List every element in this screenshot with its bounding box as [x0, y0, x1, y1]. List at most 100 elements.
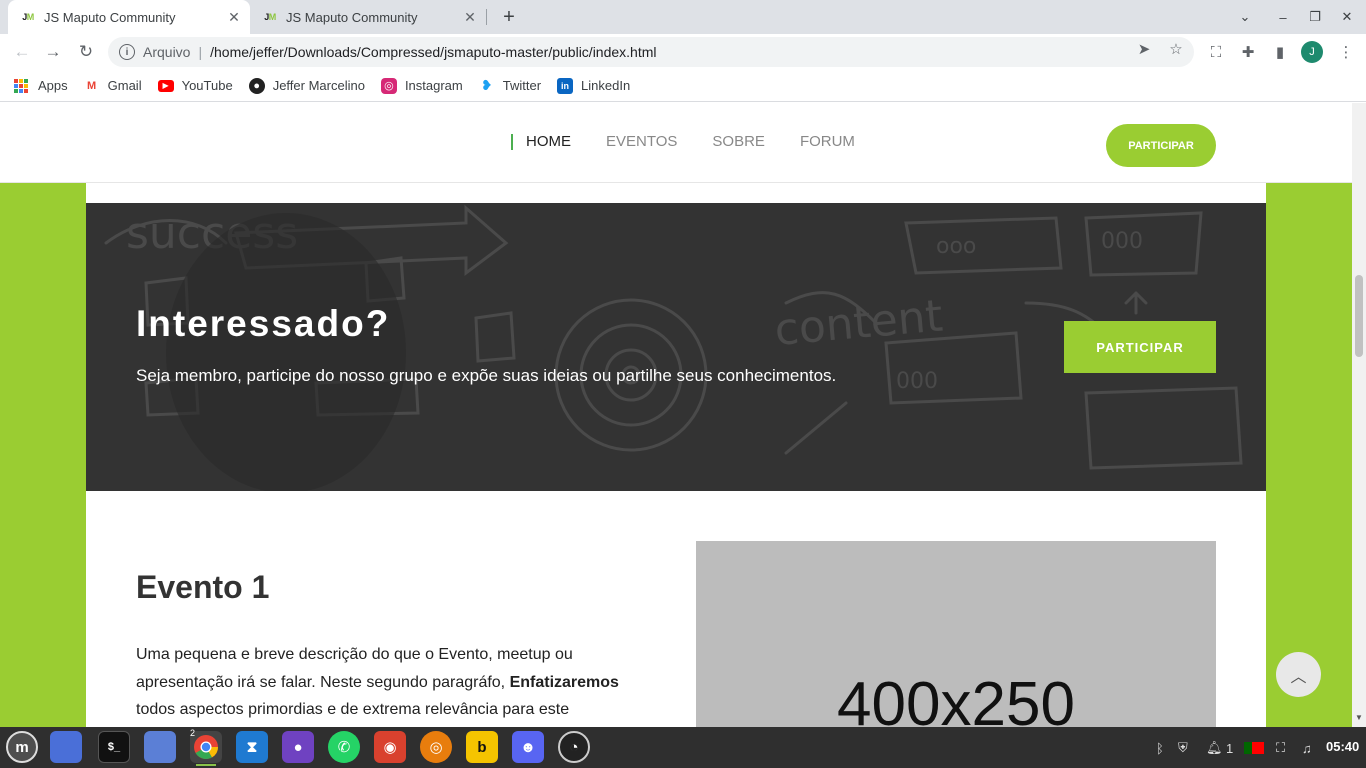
event-desc-text: todos aspectos primordias e de extrema r… [136, 701, 570, 718]
bookmark-label: LinkedIn [581, 78, 631, 93]
forward-button[interactable]: → [41, 40, 65, 64]
event-title: Evento 1 [136, 569, 270, 605]
gmail-icon: M [87, 79, 97, 92]
shield-update-icon[interactable]: ⛨ [1178, 738, 1188, 758]
tab-close-icon[interactable]: ✕ [460, 7, 480, 27]
event-image-placeholder: 400x250 [696, 541, 1216, 727]
tab-inactive[interactable]: JM JS Maputo Community ✕ [250, 0, 486, 34]
network-icon[interactable]: ⛶ [1276, 738, 1285, 758]
browser-toolbar: ← → ↻ i Arquivo | /home/jeffer/Downloads… [0, 34, 1366, 70]
profile-avatar[interactable]: J [1301, 41, 1323, 63]
bookmark-label: Jeffer Marcelino [272, 78, 365, 93]
restore-button[interactable]: ❐ [1304, 6, 1326, 28]
vscode-icon[interactable]: ⧗ [236, 731, 268, 763]
reload-button[interactable]: ↻ [74, 40, 98, 64]
obs-icon[interactable]: ◔ [558, 731, 590, 763]
jsmaputo-favicon-icon: JM [22, 12, 34, 22]
address-bar[interactable]: i Arquivo | /home/jeffer/Downloads/Compr… [108, 37, 1194, 67]
minimize-button[interactable]: – [1272, 6, 1294, 28]
side-panel-icon[interactable]: ▮ [1268, 40, 1292, 64]
extensions-puzzle-icon[interactable]: ✚ [1236, 40, 1260, 64]
new-tab-button[interactable]: + [498, 6, 520, 28]
back-button[interactable]: ← [10, 40, 34, 64]
cta-banner: success content ooo 000 000 Interessado?… [86, 203, 1266, 491]
apps-grid-icon [14, 78, 28, 93]
bookmark-label: Apps [38, 78, 68, 93]
main-nav: HOME EVENTOS SOBRE FORUM [511, 133, 890, 150]
placeholder-size-label: 400x250 [837, 670, 1075, 727]
tab-label: JS Maputo Community [286, 9, 418, 25]
instagram-icon: ◎ [380, 77, 397, 94]
bookmark-github[interactable]: ● Jeffer Marcelino [248, 77, 365, 94]
content-container: success content ooo 000 000 Interessado?… [86, 183, 1266, 727]
chrome-icon[interactable]: 2 [190, 728, 222, 766]
bookmark-label: Twitter [502, 78, 542, 93]
close-window-button[interactable]: ✕ [1336, 6, 1358, 28]
bookmark-instagram[interactable]: ◎ Instagram [380, 77, 463, 94]
notifications-count: 1 [1226, 740, 1234, 756]
mint-menu-icon[interactable]: m [6, 731, 38, 763]
github-desktop-icon[interactable]: ● [282, 731, 314, 763]
tab-close-icon[interactable]: ✕ [224, 7, 244, 27]
event-description: Uma pequena e breve descrição do que o E… [136, 641, 636, 724]
url-text[interactable]: /home/jeffer/Downloads/Compressed/jsmapu… [210, 44, 656, 60]
banner-title: Interessado? [136, 303, 391, 344]
tab-strip: JM JS Maputo Community ✕ JM JS Maputo Co… [0, 0, 1366, 34]
tab-search-chevron-icon[interactable]: ⌄ [1234, 6, 1256, 28]
bookmarks-bar: Apps M Gmail ▶ YouTube ● Jeffer Marcelin… [0, 70, 1366, 102]
header-participar-button[interactable]: PARTICIPAR [1106, 124, 1216, 167]
jsmaputo-favicon-icon: JM [264, 12, 276, 22]
bookmark-youtube[interactable]: ▶ YouTube [157, 78, 233, 93]
bookmark-label: Instagram [404, 78, 463, 93]
bluetooth-icon[interactable]: ᛒ [1156, 738, 1164, 758]
doodle-word: 000 [896, 369, 938, 394]
scroll-down-arrow-icon[interactable]: ▼ [1355, 713, 1363, 722]
bookmark-gmail[interactable]: M Gmail [84, 78, 142, 94]
terminal-icon[interactable]: $_ [98, 731, 130, 763]
whatsapp-icon[interactable]: ✆ [328, 731, 360, 763]
scheme-label: Arquivo [143, 44, 191, 60]
tab-label: JS Maputo Community [44, 9, 176, 25]
send-tab-icon[interactable]: ➤ [1132, 37, 1156, 61]
notifications-icon[interactable]: 🔔︎ [1206, 738, 1223, 758]
blender-icon[interactable]: ◎ [420, 731, 452, 763]
gimp-icon[interactable]: ◉ [374, 731, 406, 763]
site-header: HOME EVENTOS SOBRE FORUM PARTICIPAR [0, 103, 1352, 183]
nav-item-eventos[interactable]: EVENTOS [606, 133, 677, 150]
doodle-word: content [773, 290, 945, 355]
tab-separator [486, 9, 487, 25]
address-divider: | [198, 44, 203, 60]
bookmark-label: YouTube [181, 78, 233, 93]
bookmark-star-icon[interactable]: ☆ [1164, 37, 1188, 61]
keyboard-layout-flag-icon[interactable] [1244, 738, 1264, 758]
banner-subtitle: Seja membro, participe do nosso grupo e … [136, 366, 837, 385]
discord-icon[interactable]: ☻ [512, 731, 544, 763]
nav-item-forum[interactable]: FORUM [800, 133, 855, 150]
banner-participar-button[interactable]: PARTICIPAR [1064, 321, 1216, 373]
event-desc-bold: Enfatizaremos [509, 673, 619, 691]
os-taskbar: m $_ 2 ⧗ ● ✆ ◉ ◎ b ☻ ◔ ᛒ ⛨ 🔔︎ 1 ⛶ ♫ 05:4… [0, 727, 1366, 768]
github-icon: ● [248, 77, 265, 94]
nav-item-home[interactable]: HOME [511, 133, 571, 150]
scrollbar-thumb[interactable] [1355, 275, 1363, 357]
scroll-to-top-button[interactable]: ︿ [1276, 652, 1321, 697]
page-scrollbar[interactable]: ▼ [1352, 103, 1366, 727]
youtube-icon: ▶ [157, 79, 174, 92]
linkedin-icon: in [557, 77, 574, 94]
show-desktop-icon[interactable] [50, 731, 82, 763]
bookmark-twitter[interactable]: ❥ Twitter [479, 77, 542, 94]
files-icon[interactable] [144, 731, 176, 763]
bookmark-label: Gmail [107, 78, 142, 93]
nav-item-sobre[interactable]: SOBRE [712, 133, 765, 150]
menu-kebab-icon[interactable]: ⋮ [1334, 40, 1358, 64]
screenshot-icon[interactable]: ⛶ [1204, 40, 1228, 64]
tab-active[interactable]: JM JS Maputo Community ✕ [8, 0, 250, 34]
bitwarden-icon[interactable]: b [466, 731, 498, 763]
bookmark-apps[interactable]: Apps [14, 78, 68, 93]
doodle-word: 000 [1101, 229, 1143, 254]
clock[interactable]: 05:40 [1326, 739, 1359, 754]
event-desc-text: Uma pequena e breve descrição do que o E… [136, 646, 573, 691]
bookmark-linkedin[interactable]: in LinkedIn [557, 77, 631, 94]
sound-music-icon[interactable]: ♫ [1302, 738, 1312, 758]
site-info-icon[interactable]: i [119, 44, 135, 60]
